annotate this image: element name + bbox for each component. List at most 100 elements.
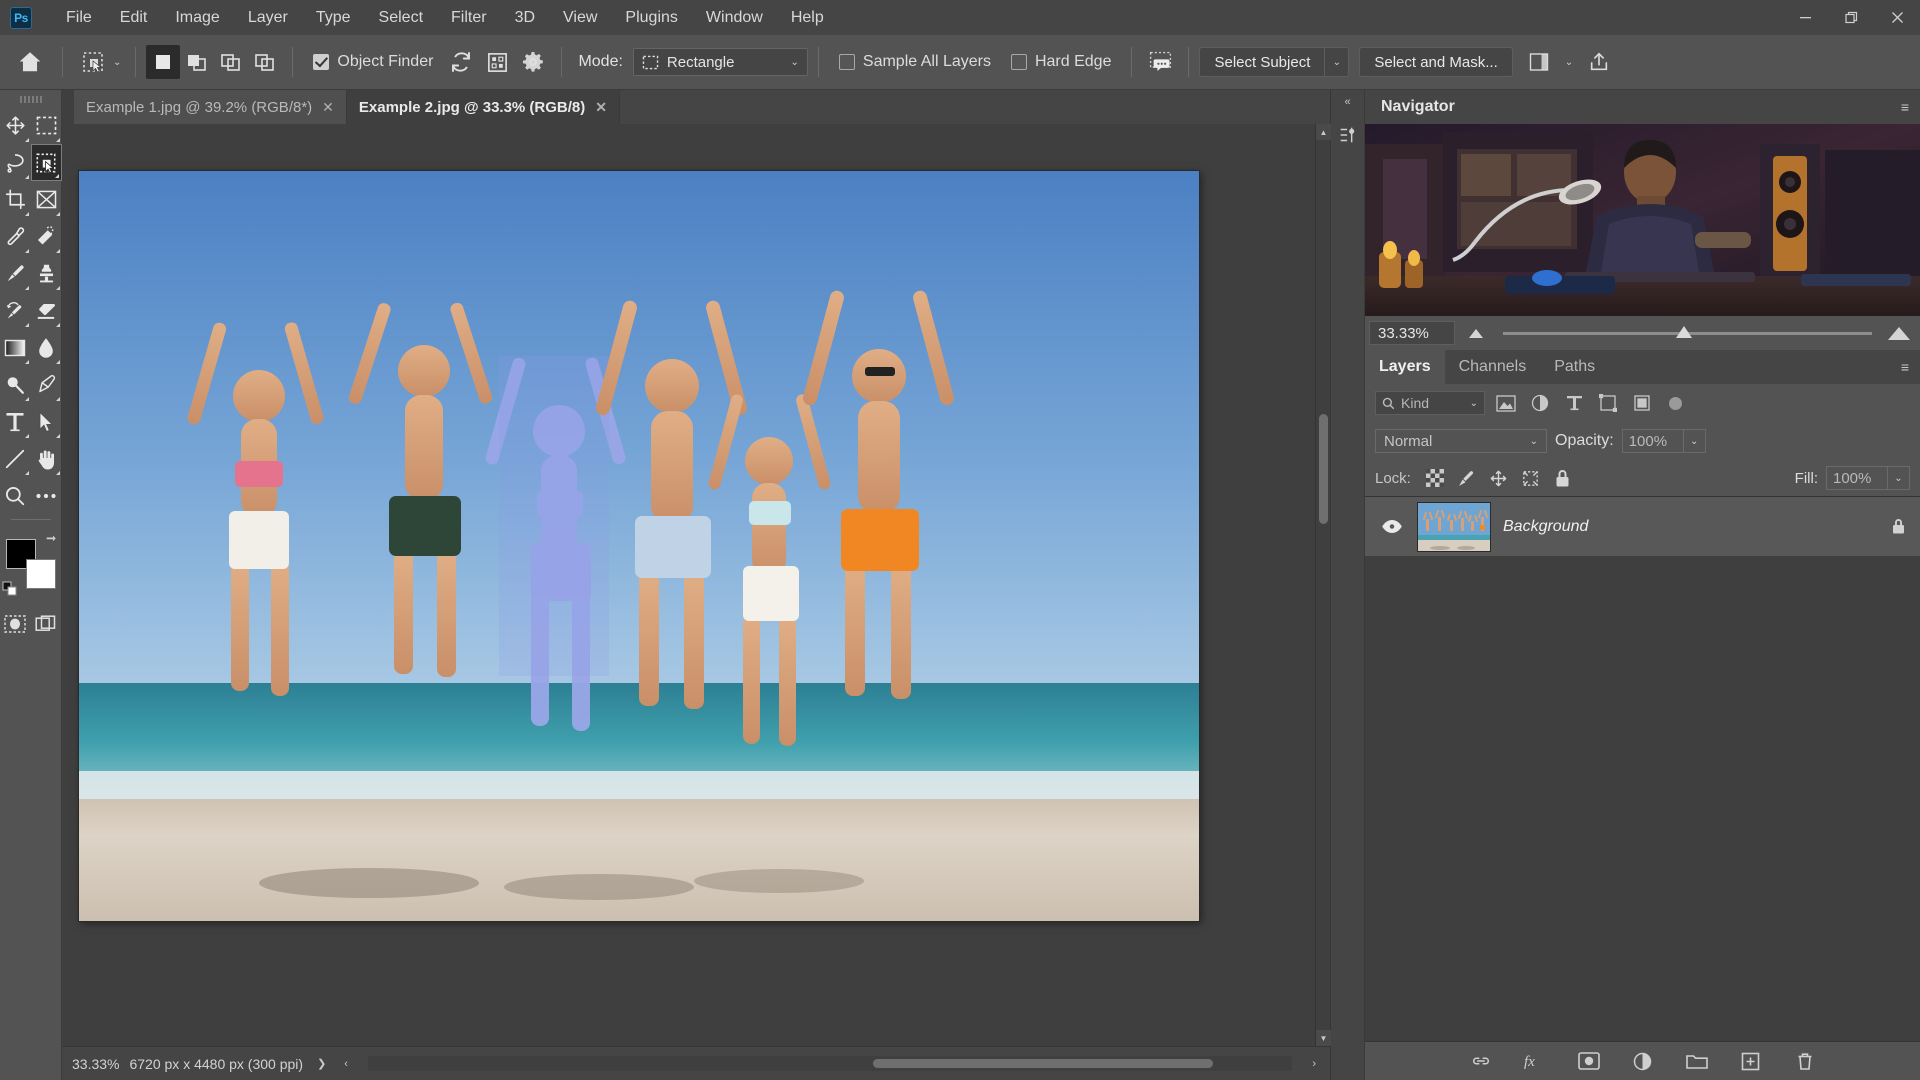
lock-image-pixels-icon[interactable] — [1453, 465, 1481, 491]
menu-3d[interactable]: 3D — [501, 4, 549, 32]
filter-pixel-layers-icon[interactable] — [1493, 391, 1519, 415]
new-layer-icon[interactable] — [1737, 1047, 1765, 1075]
vertical-scroll-thumb[interactable] — [1319, 414, 1328, 524]
new-group-icon[interactable] — [1683, 1047, 1711, 1075]
filter-toggle-switch[interactable] — [1669, 396, 1682, 410]
pen-tool[interactable] — [31, 366, 62, 403]
filter-type-layers-icon[interactable] — [1561, 391, 1587, 415]
status-right-arrow[interactable]: › — [1308, 1058, 1320, 1070]
refresh-icon[interactable] — [443, 45, 479, 79]
opacity-caret[interactable]: ⌄ — [1683, 429, 1706, 453]
select-subject-split-button[interactable]: Select Subject ⌄ — [1199, 47, 1350, 77]
object-selection-tool[interactable] — [30, 144, 62, 181]
background-color-swatch[interactable] — [25, 559, 56, 589]
object-finder-checkbox[interactable] — [313, 54, 330, 70]
lock-all-icon[interactable] — [1549, 465, 1577, 491]
subtract-from-selection-button[interactable] — [214, 45, 248, 79]
tab-close-icon[interactable]: ✕ — [595, 99, 607, 116]
home-icon[interactable] — [8, 40, 52, 84]
document-canvas[interactable] — [79, 171, 1199, 921]
object-finder-checkbox-group[interactable]: Object Finder — [303, 53, 443, 71]
navigator-zoom-field[interactable]: 33.33% — [1369, 321, 1455, 345]
tab-layers[interactable]: Layers — [1365, 350, 1445, 384]
mode-select[interactable]: Rectangle ⌄ — [632, 48, 808, 76]
gradient-tool[interactable] — [0, 329, 31, 366]
canvas-horizontal-scrollbar[interactable] — [367, 1056, 1293, 1071]
tab-close-icon[interactable]: ✕ — [322, 99, 334, 116]
minimize-button[interactable] — [1782, 0, 1828, 35]
hard-edge-group[interactable]: Hard Edge — [1001, 53, 1122, 71]
canvas-vertical-scrollbar[interactable]: ▲ ▼ — [1315, 124, 1331, 1046]
menu-image[interactable]: Image — [161, 4, 233, 32]
new-selection-button[interactable] — [146, 45, 181, 79]
select-subject-button[interactable]: Select Subject — [1199, 47, 1326, 77]
status-left-arrow[interactable]: ‹ — [340, 1058, 352, 1070]
menu-filter[interactable]: Filter — [437, 4, 501, 32]
zoom-tool[interactable] — [0, 477, 31, 514]
layer-styles-fx-icon[interactable]: fx — [1521, 1047, 1549, 1075]
tab-channels[interactable]: Channels — [1445, 350, 1541, 384]
menu-window[interactable]: Window — [692, 4, 777, 32]
swap-colors-icon[interactable] — [44, 533, 58, 547]
lasso-tool[interactable] — [0, 144, 31, 181]
edit-toolbar-tool[interactable] — [31, 477, 62, 514]
layers-panel-menu-icon[interactable]: ≡ — [1901, 360, 1910, 374]
line-tool[interactable] — [0, 440, 31, 477]
toolbar-grip[interactable] — [19, 96, 42, 103]
filter-shape-layers-icon[interactable] — [1595, 391, 1621, 415]
filter-adjustment-layers-icon[interactable] — [1527, 391, 1553, 415]
history-brush-tool[interactable] — [0, 292, 31, 329]
sample-all-layers-checkbox[interactable] — [838, 54, 855, 70]
blend-mode-select[interactable]: Normal ⌄ — [1375, 429, 1547, 453]
tool-preset-picker[interactable]: ⌄ — [73, 46, 125, 78]
menu-edit[interactable]: Edit — [106, 4, 162, 32]
scroll-down-button[interactable]: ▼ — [1316, 1030, 1331, 1046]
hand-tool[interactable] — [31, 440, 62, 477]
navigator-tab[interactable]: Navigator — [1375, 98, 1461, 116]
menu-help[interactable]: Help — [777, 4, 838, 32]
move-tool[interactable] — [0, 107, 31, 144]
lock-transparent-pixels-icon[interactable] — [1421, 465, 1449, 491]
clone-stamp-tool[interactable] — [31, 255, 62, 292]
opacity-field[interactable]: 100% — [1621, 429, 1684, 453]
path-selection-tool[interactable] — [31, 403, 62, 440]
layer-list[interactable]: Background — [1365, 496, 1920, 1042]
filter-smart-object-icon[interactable] — [1629, 391, 1655, 415]
navigator-preview[interactable] — [1365, 124, 1920, 316]
menu-view[interactable]: View — [549, 4, 611, 32]
scroll-up-button[interactable]: ▲ — [1316, 124, 1331, 140]
navigator-zoom-knob[interactable] — [1676, 325, 1693, 338]
extra-caret[interactable]: ⌄ — [1565, 57, 1573, 68]
layer-name[interactable]: Background — [1503, 518, 1879, 536]
navigator-zoom-slider[interactable] — [1503, 325, 1872, 338]
blur-tool[interactable] — [31, 329, 62, 366]
frame-tool[interactable] — [31, 181, 62, 218]
share-icon[interactable] — [1581, 45, 1617, 79]
screen-mode-icon[interactable] — [31, 605, 62, 642]
delete-layer-icon[interactable] — [1791, 1047, 1819, 1075]
sample-all-layers-group[interactable]: Sample All Layers — [829, 53, 1001, 71]
eraser-tool[interactable] — [31, 292, 62, 329]
link-layers-icon[interactable] — [1467, 1047, 1495, 1075]
tab-example-2[interactable]: Example 2.jpg @ 33.3% (RGB/8) ✕ — [346, 90, 621, 124]
menu-plugins[interactable]: Plugins — [611, 4, 691, 32]
collapse-panels-icon[interactable]: « — [1344, 96, 1350, 108]
menu-file[interactable]: File — [52, 4, 106, 32]
status-expand-arrow[interactable]: ❯ — [313, 1057, 330, 1070]
workspace-layout-icon[interactable] — [1521, 45, 1557, 79]
lock-position-icon[interactable] — [1485, 465, 1513, 491]
new-adjustment-layer-icon[interactable] — [1629, 1047, 1657, 1075]
default-colors-icon[interactable] — [2, 581, 18, 597]
table-row[interactable]: Background — [1365, 497, 1920, 557]
crop-tool[interactable] — [0, 181, 31, 218]
horizontal-type-tool[interactable] — [0, 403, 31, 440]
add-layer-mask-icon[interactable] — [1575, 1047, 1603, 1075]
tab-paths[interactable]: Paths — [1540, 350, 1609, 384]
menu-layer[interactable]: Layer — [234, 4, 302, 32]
fill-field[interactable]: 100% — [1826, 466, 1888, 490]
horizontal-scroll-thumb[interactable] — [872, 1059, 1213, 1068]
select-subject-caret[interactable]: ⌄ — [1325, 47, 1350, 77]
tab-example-1[interactable]: Example 1.jpg @ 39.2% (RGB/8*) ✕ — [74, 90, 347, 124]
fill-caret[interactable]: ⌄ — [1888, 466, 1910, 490]
menu-type[interactable]: Type — [302, 4, 365, 32]
